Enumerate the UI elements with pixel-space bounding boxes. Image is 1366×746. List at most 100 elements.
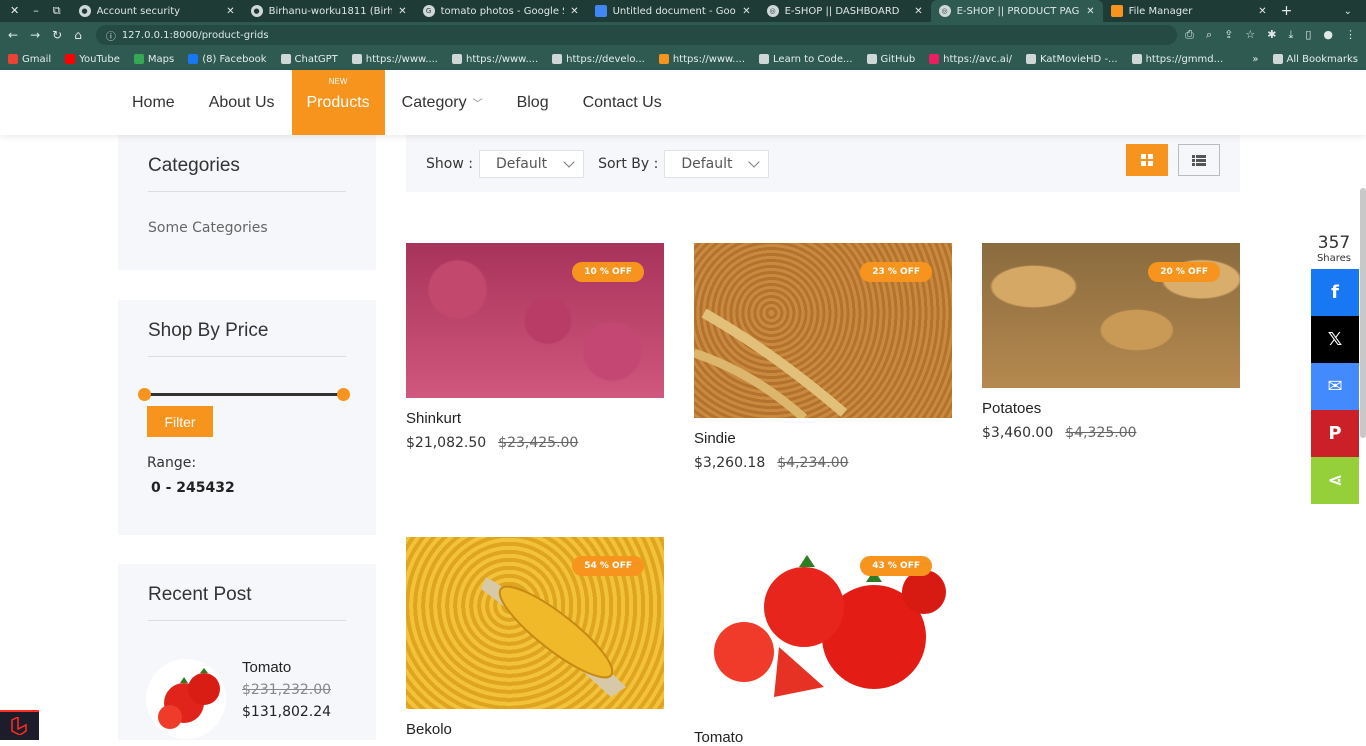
restore-icon[interactable]: ⧉ — [53, 4, 61, 18]
slider-min-handle[interactable] — [138, 388, 151, 401]
categories-title: Categories — [148, 135, 346, 192]
product-image[interactable]: 10 % OFF — [406, 243, 664, 398]
nav-home[interactable]: Home — [115, 70, 192, 135]
x-icon: 𝕏 — [1327, 329, 1343, 350]
bookmark-item[interactable]: GitHub — [866, 54, 915, 65]
product-name[interactable]: Shinkurt — [406, 410, 664, 427]
close-tab-icon[interactable]: ✕ — [226, 6, 234, 17]
facebook-share-button[interactable]: f — [1311, 269, 1359, 316]
close-tab-icon[interactable]: ✕ — [570, 6, 578, 17]
extensions-icon[interactable]: ✱ — [1267, 28, 1276, 42]
pinterest-share-button[interactable]: P — [1311, 410, 1359, 457]
grid-view-button[interactable] — [1126, 144, 1168, 176]
share-icon[interactable]: ⇪ — [1224, 28, 1233, 42]
close-tab-icon[interactable]: ✕ — [1258, 6, 1266, 17]
bookmark-item[interactable]: Gmail — [8, 54, 51, 65]
product-card[interactable]: 10 % OFF Shinkurt $21,082.50 $23,425.00 — [406, 243, 664, 451]
close-tab-icon[interactable]: ✕ — [914, 6, 922, 17]
browser-tab[interactable]: File Manager ✕ — [1103, 0, 1275, 22]
page-scrollbar[interactable] — [1360, 188, 1366, 438]
close-tab-icon[interactable]: ✕ — [398, 6, 406, 17]
sharethis-button[interactable]: ⋖ — [1311, 457, 1359, 504]
back-icon[interactable]: ← — [8, 28, 18, 42]
category-link[interactable]: Some Categories — [148, 192, 346, 236]
more-bookmarks-icon[interactable]: » — [1252, 54, 1258, 65]
bookmark-item[interactable]: Maps — [133, 54, 174, 65]
medium-icon — [552, 54, 563, 64]
recent-post-item[interactable]: Tomato $231,232.00 $131,802.24 — [146, 659, 331, 739]
bookmark-item[interactable]: https://avc.ai/ — [929, 54, 1012, 65]
bookmark-item[interactable]: https://www.... — [351, 54, 438, 65]
bookmark-item[interactable]: YouTube — [65, 54, 120, 65]
product-card[interactable]: 20 % OFF Potatoes $3,460.00 $4,325.00 — [982, 243, 1240, 441]
zoom-icon[interactable]: ⌕ — [1206, 28, 1212, 42]
url-input[interactable]: ⓘ 127.0.0.1:8000/product-grids — [95, 25, 1178, 45]
site-info-icon[interactable]: ⓘ — [106, 28, 116, 43]
close-tab-icon[interactable]: ✕ — [1086, 6, 1094, 17]
laravel-debug-icon[interactable] — [0, 710, 39, 740]
tab-search-icon[interactable]: ⌄ — [1344, 6, 1352, 17]
product-name[interactable]: Tomato — [694, 729, 952, 746]
product-image[interactable]: 20 % OFF — [982, 243, 1240, 388]
browser-tab[interactable]: ◎ E-SHOP || DASHBOARD ✕ — [759, 0, 931, 22]
reload-icon[interactable]: ↻ — [52, 28, 62, 42]
recent-post-image[interactable] — [146, 659, 226, 739]
recent-post-old-price: $231,232.00 — [242, 682, 332, 698]
home-icon[interactable]: ⌂ — [74, 28, 82, 42]
bookmark-item[interactable]: Learn to Code... — [759, 54, 853, 65]
bookmark-item[interactable]: https://www.... — [658, 54, 745, 65]
close-window-icon[interactable]: ✕ — [10, 4, 19, 18]
download-icon[interactable]: ⤓ — [1288, 28, 1293, 42]
nav-blog[interactable]: Blog — [500, 70, 566, 135]
new-tab-icon[interactable]: + — [1281, 3, 1293, 19]
docs-icon — [594, 5, 607, 17]
recent-post-name[interactable]: Tomato — [242, 659, 331, 676]
bookmark-item[interactable]: https://develo... — [552, 54, 645, 65]
sort-select[interactable]: Default — [664, 149, 770, 178]
x-share-button[interactable]: 𝕏 — [1311, 316, 1359, 363]
forward-icon[interactable]: → — [30, 28, 40, 42]
show-select[interactable]: Default — [478, 149, 585, 178]
browser-tab[interactable]: ● Account security ✕ — [71, 0, 243, 22]
price-slider[interactable] — [138, 388, 350, 401]
product-image[interactable]: 23 % OFF — [694, 243, 952, 418]
nav-about[interactable]: About Us — [192, 70, 292, 135]
all-bookmarks[interactable]: All Bookmarks — [1272, 54, 1358, 65]
avatar[interactable]: ● — [1323, 28, 1333, 42]
slider-max-handle[interactable] — [337, 388, 350, 401]
product-name[interactable]: Bekolo — [406, 721, 664, 738]
list-view-button[interactable] — [1178, 144, 1220, 176]
page-icon — [351, 54, 362, 64]
filter-button[interactable]: Filter — [147, 406, 213, 437]
minimize-icon[interactable]: – — [33, 4, 39, 18]
product-card[interactable]: 43 % OFF Tomato — [694, 537, 952, 746]
product-image[interactable]: 54 % OFF — [406, 537, 664, 709]
price-panel: Shop By Price Filter Range: 0 - 245432 — [118, 300, 376, 535]
bookmark-item[interactable]: (8) Facebook — [188, 54, 267, 65]
sidebar-icon[interactable]: ▯ — [1305, 28, 1311, 42]
discount-badge: 54 % OFF — [572, 556, 644, 576]
product-image[interactable]: 43 % OFF — [694, 537, 952, 717]
browser-tab[interactable]: ● Birhanu-worku1811 (Birh ✕ — [243, 0, 415, 22]
product-card[interactable]: 23 % OFF Sindie $3,260.18 $4,234.00 — [694, 243, 952, 471]
menu-icon[interactable]: ⋮ — [1345, 28, 1356, 42]
bookmark-item[interactable]: https://www.... — [451, 54, 538, 65]
messenger-share-button[interactable]: ✉ — [1311, 363, 1359, 410]
product-name[interactable]: Potatoes — [982, 400, 1240, 417]
product-name[interactable]: Sindie — [694, 430, 952, 447]
globe-icon: ◎ — [766, 5, 779, 17]
github-icon: ● — [78, 5, 91, 17]
browser-tab[interactable]: Untitled document - Goo ✕ — [587, 0, 759, 22]
bookmark-item[interactable]: ChatGPT — [280, 54, 338, 65]
product-card[interactable]: 54 % OFF Bekolo — [406, 537, 664, 738]
nav-category[interactable]: Category ﹀ — [385, 70, 500, 135]
bookmark-item[interactable]: KatMovieHD -... — [1026, 54, 1118, 65]
browser-tab[interactable]: Gtomato photos - Google S ✕ — [415, 0, 587, 22]
install-icon[interactable]: ⎙ — [1185, 28, 1194, 42]
browser-tab-active[interactable]: ◎ E-SHOP || PRODUCT PAGE ✕ — [930, 0, 1103, 22]
nav-products[interactable]: NEW Products — [291, 70, 385, 135]
close-tab-icon[interactable]: ✕ — [742, 6, 750, 17]
bookmark-item[interactable]: https://gmmd... — [1131, 54, 1223, 65]
nav-contact[interactable]: Contact Us — [566, 70, 679, 135]
bookmark-star-icon[interactable]: ☆ — [1245, 28, 1255, 42]
